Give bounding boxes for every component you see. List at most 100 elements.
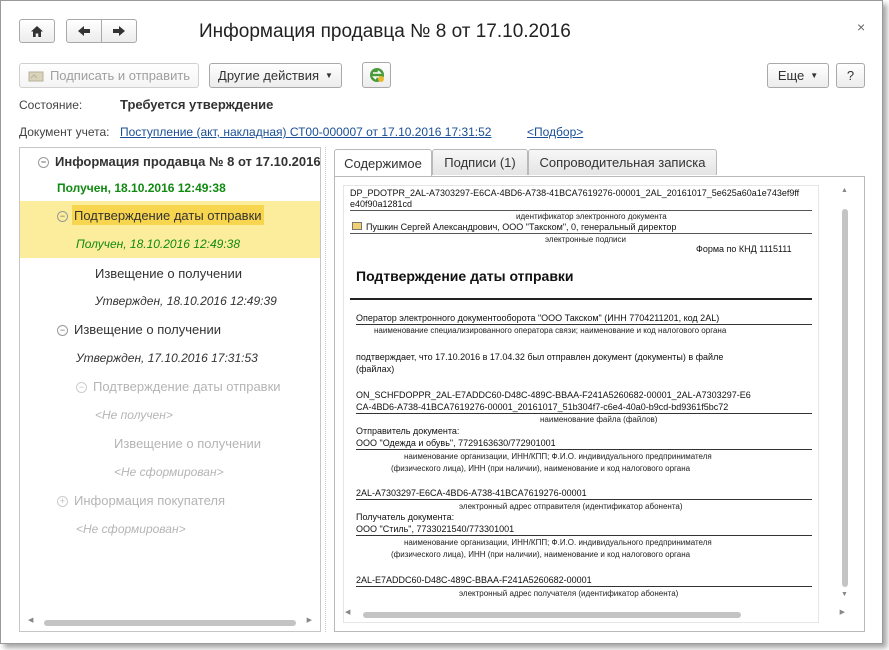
window: Информация продавца № 8 от 17.10.2016 × … <box>0 0 883 644</box>
tree-item-status: Утвержден, 17.10.2016 17:31:53 <box>76 351 258 365</box>
divider <box>356 449 812 450</box>
tree-item-label: Подтверждение даты отправки <box>93 379 281 394</box>
scroll-up-icon[interactable]: ▲ <box>841 187 848 194</box>
exchange-icon <box>369 68 384 82</box>
other-actions-label: Другие действия <box>218 68 320 83</box>
tree-item-label: Информация покупателя <box>74 493 226 508</box>
scroll-left-icon[interactable]: ◀ <box>345 608 350 616</box>
tree-item[interactable]: − Извещение о получении <box>57 322 221 337</box>
dropdown-arrow-icon: ▼ <box>325 71 333 80</box>
sign-icon <box>28 71 44 81</box>
more-button[interactable]: Еще ▼ <box>767 63 829 88</box>
divider <box>356 535 812 536</box>
confirm-line2: (файлах) <box>356 364 395 374</box>
more-label: Еще <box>777 68 805 83</box>
caption-org-line2: (физического лица), ИНН (при наличии), н… <box>391 464 691 473</box>
document-horizontal-scrollbar[interactable]: ◀ ▶ <box>345 608 845 618</box>
file-name-line2: CA-4BD6-A738-41BCA7619276-00001_20161017… <box>356 402 729 412</box>
accounting-doc-label: Документ учета: <box>19 125 110 139</box>
document-pane: DP_PDOTPR_2AL-A7303297-E6CA-4BD6-A738-41… <box>334 176 865 632</box>
dropdown-arrow-icon: ▼ <box>810 71 819 80</box>
caption-edoc-id: идентификатор электронного документа <box>516 212 667 221</box>
tab-cover-note[interactable]: Сопроводительная записка <box>528 149 717 175</box>
tree-item[interactable]: − Подтверждение даты отправки <box>76 379 281 394</box>
home-button[interactable] <box>19 19 55 43</box>
caption-signatures: электронные подписи <box>545 235 626 244</box>
forward-button[interactable] <box>101 19 137 43</box>
sender: ООО "Одежда и обувь", 7729163630/7729010… <box>356 438 556 448</box>
scroll-thumb[interactable] <box>44 620 296 626</box>
status-label: Состояние: <box>19 98 83 112</box>
sign-and-send-button[interactable]: Подписать и отправить <box>19 63 199 88</box>
divider <box>356 324 812 325</box>
other-actions-button[interactable]: Другие действия ▼ <box>209 63 342 88</box>
exchange-button[interactable] <box>362 62 391 88</box>
divider <box>350 233 812 234</box>
tree-root-title: Информация продавца № 8 от 17.10.2016 <box>55 154 321 169</box>
help-label: ? <box>846 68 855 83</box>
receiver-address: 2AL-E7ADDC60-D48C-489C-BBAA-F241A5260682… <box>356 575 592 585</box>
help-button[interactable]: ? <box>836 63 865 88</box>
sender-address: 2AL-A7303297-E6CA-4BD6-A738-41BCA7619276… <box>356 488 587 498</box>
file-id-line2: e40f90a1281cd <box>350 199 413 209</box>
sign-and-send-label: Подписать и отправить <box>49 68 191 83</box>
accounting-doc-link[interactable]: Поступление (акт, накладная) СТ00-000007… <box>120 125 491 139</box>
arrow-left-icon <box>78 26 90 36</box>
back-button[interactable] <box>66 19 102 43</box>
collapse-icon[interactable]: − <box>76 382 87 393</box>
receiver-label: Получатель документа: <box>356 512 455 522</box>
tree-root-status: Получен, 18.10.2016 12:49:38 <box>57 181 226 195</box>
divider <box>356 499 812 500</box>
expand-icon[interactable]: + <box>57 496 68 507</box>
divider <box>350 210 812 211</box>
tree-item-status: <Не сформирован> <box>114 465 224 479</box>
caption-file-name: наименование файла (файлов) <box>540 415 658 424</box>
scroll-left-icon[interactable]: ◀ <box>28 616 33 624</box>
document-view: DP_PDOTPR_2AL-A7303297-E6CA-4BD6-A738-41… <box>343 185 819 623</box>
caption-org-line1: наименование организации, ИНН/КПП; Ф.И.О… <box>404 452 712 461</box>
collapse-icon[interactable]: − <box>57 211 68 222</box>
signer: Пушкин Сергей Александрович, ООО "Такско… <box>352 222 676 232</box>
tree-item-status: Утвержден, 18.10.2016 12:49:39 <box>95 294 277 308</box>
home-icon <box>31 25 43 37</box>
caption-operator: наименование специализированного операто… <box>374 326 727 335</box>
scroll-thumb[interactable] <box>842 209 848 587</box>
scroll-right-icon[interactable]: ▶ <box>840 608 845 616</box>
divider <box>350 298 812 300</box>
document-vertical-scrollbar[interactable]: ▲ ▼ <box>841 187 849 601</box>
caption-sender-address: электронный адрес отправителя (идентифик… <box>459 502 683 511</box>
tree-horizontal-scrollbar[interactable]: ◀ ▶ <box>28 616 312 626</box>
tree-item[interactable]: − Подтверждение даты отправки <box>57 208 262 223</box>
form-code: Форма по КНД 1115111 <box>696 244 792 254</box>
tree-item-status: Получен, 18.10.2016 12:49:38 <box>76 237 240 251</box>
caption-receiver-address: электронный адрес получателя (идентифика… <box>459 589 679 598</box>
tree-item-label: Подтверждение даты отправки <box>74 208 262 223</box>
divider <box>356 586 812 587</box>
splitter[interactable] <box>325 147 330 632</box>
close-icon[interactable]: × <box>857 19 865 35</box>
document-heading: Подтверждение даты отправки <box>356 268 574 284</box>
sender-label: Отправитель документа: <box>356 426 460 436</box>
confirm-line1: подтверждает, что 17.10.2016 в 17.04.32 … <box>356 352 724 362</box>
tab-signatures[interactable]: Подписи (1) <box>432 149 528 175</box>
scroll-down-icon[interactable]: ▼ <box>841 591 848 598</box>
tree-item[interactable]: Извещение о получении <box>95 266 242 281</box>
scroll-right-icon[interactable]: ▶ <box>307 616 312 624</box>
signer-text: Пушкин Сергей Александрович, ООО "Такско… <box>366 222 677 232</box>
scroll-thumb[interactable] <box>363 612 741 618</box>
collapse-icon[interactable]: − <box>57 325 68 336</box>
operator: Оператор электронного документооборота "… <box>356 313 720 323</box>
caption-org-line2: (физического лица), ИНН (при наличии), н… <box>391 550 691 559</box>
tree-root[interactable]: − Информация продавца № 8 от 17.10.2016 <box>38 154 321 169</box>
page-title: Информация продавца № 8 от 17.10.2016 <box>199 21 571 42</box>
status-value: Требуется утверждение <box>120 97 274 112</box>
signature-icon <box>352 222 362 230</box>
tree-item-status: <Не получен> <box>95 408 173 422</box>
document-tree: − Информация продавца № 8 от 17.10.2016 П… <box>19 147 321 632</box>
tab-content[interactable]: Содержимое <box>334 149 432 177</box>
collapse-icon[interactable]: − <box>38 157 49 168</box>
tree-item-label: Извещение о получении <box>74 322 221 337</box>
tree-item[interactable]: + Информация покупателя <box>57 493 225 508</box>
pick-link[interactable]: <Подбор> <box>527 125 583 139</box>
tree-item[interactable]: Извещение о получении <box>114 436 261 451</box>
